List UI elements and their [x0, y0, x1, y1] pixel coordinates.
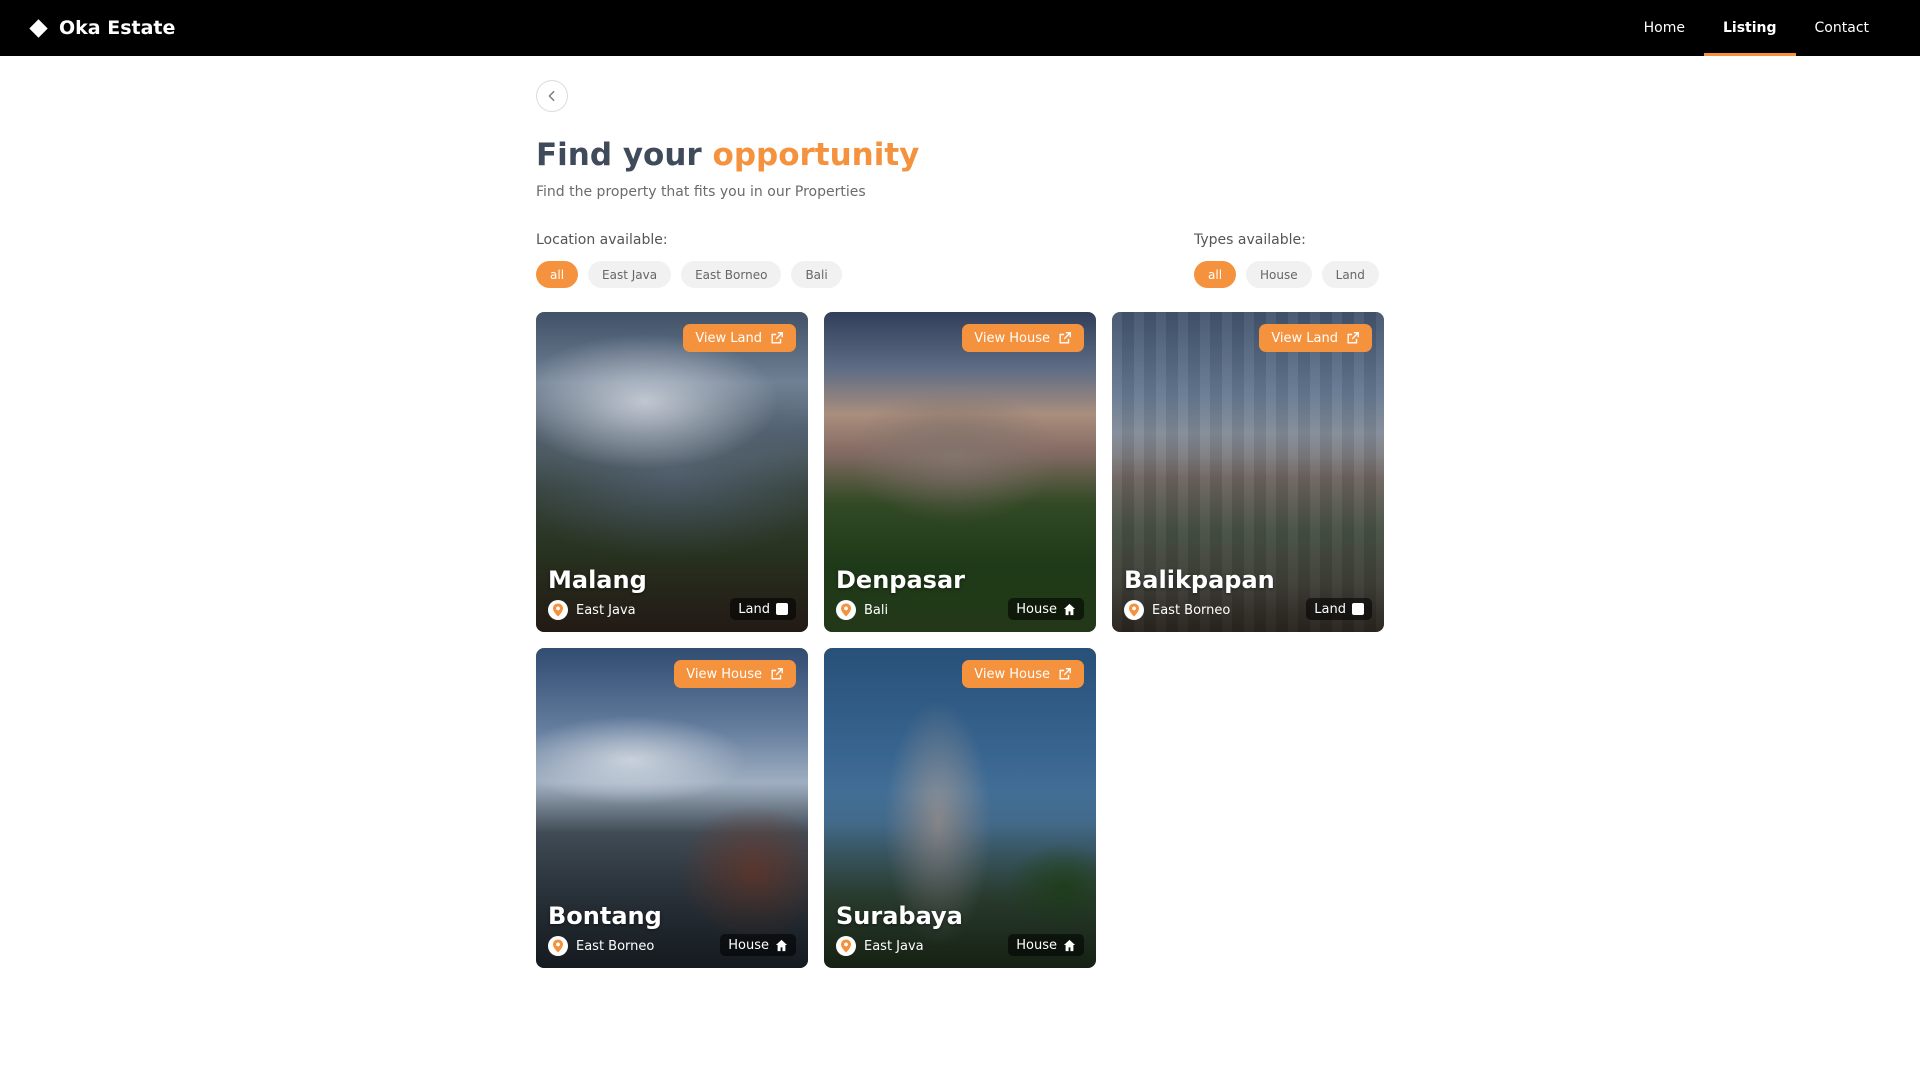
- location-chip-all[interactable]: all: [536, 261, 579, 288]
- square-icon: [1352, 603, 1364, 615]
- listing-card-malang[interactable]: View Land Malang East Java Land: [536, 312, 808, 632]
- listing-location: East Borneo: [1124, 600, 1230, 620]
- back-button[interactable]: [536, 80, 568, 112]
- listing-location: East Java: [836, 936, 924, 956]
- house-icon: [1063, 603, 1076, 615]
- location-filter-chips: all East Java East Borneo Bali: [536, 261, 842, 288]
- location-pin-icon: [1124, 600, 1144, 620]
- top-navbar: Oka Estate Home Listing Contact: [0, 0, 1920, 56]
- types-filter-label: Types available:: [1194, 232, 1306, 248]
- listing-card-bontang[interactable]: View House Bontang East Borneo House: [536, 648, 808, 968]
- page-subtitle: Find the property that fits you in our P…: [536, 184, 866, 200]
- listing-name: Surabaya: [836, 902, 963, 930]
- location-pin-icon: [836, 600, 856, 620]
- view-land-button[interactable]: View Land: [683, 324, 796, 352]
- square-icon: [776, 603, 788, 615]
- brand-logo[interactable]: Oka Estate: [29, 17, 176, 39]
- house-icon: [1063, 939, 1076, 951]
- view-house-button[interactable]: View House: [674, 660, 796, 688]
- location-pin-icon: [836, 936, 856, 956]
- listing-card-balikpapan[interactable]: View Land Balikpapan East Borneo Land: [1112, 312, 1384, 632]
- types-filter-chips: all House Land: [1194, 261, 1379, 288]
- nav-contact[interactable]: Contact: [1796, 0, 1888, 56]
- type-chip-house[interactable]: House: [1246, 261, 1312, 288]
- type-chip-land[interactable]: Land: [1321, 261, 1379, 288]
- listing-location: East Borneo: [548, 936, 654, 956]
- main-nav: Home Listing Contact: [1625, 0, 1888, 56]
- type-chip-all[interactable]: all: [1194, 261, 1237, 288]
- location-filter-label: Location available:: [536, 232, 668, 248]
- location-chip-east-java[interactable]: East Java: [588, 261, 672, 288]
- listing-location: East Java: [548, 600, 636, 620]
- brand-name: Oka Estate: [59, 17, 176, 39]
- nav-home[interactable]: Home: [1625, 0, 1704, 56]
- external-link-icon: [1059, 668, 1071, 680]
- diamond-icon: [29, 18, 48, 38]
- nav-listing[interactable]: Listing: [1703, 0, 1796, 56]
- external-link-icon: [1347, 332, 1359, 344]
- location-pin-icon: [548, 600, 568, 620]
- listing-type-badge: House: [1008, 598, 1084, 620]
- listing-name: Bontang: [548, 902, 662, 930]
- view-house-button[interactable]: View House: [962, 660, 1084, 688]
- listing-card-surabaya[interactable]: View House Surabaya East Java House: [824, 648, 1096, 968]
- listing-type-badge: House: [1008, 934, 1084, 956]
- house-icon: [775, 939, 788, 951]
- listing-location: Bali: [836, 600, 888, 620]
- view-land-button[interactable]: View Land: [1259, 324, 1372, 352]
- listing-name: Denpasar: [836, 566, 965, 594]
- external-link-icon: [771, 668, 783, 680]
- listing-type-badge: Land: [1306, 598, 1372, 620]
- external-link-icon: [771, 332, 783, 344]
- location-pin-icon: [548, 936, 568, 956]
- location-chip-east-borneo[interactable]: East Borneo: [681, 261, 782, 288]
- listing-card-denpasar[interactable]: View House Denpasar Bali House: [824, 312, 1096, 632]
- listing-type-badge: House: [720, 934, 796, 956]
- title-accent: opportunity: [712, 137, 920, 173]
- listing-name: Malang: [548, 566, 647, 594]
- page-title: Find your opportunity: [536, 137, 919, 173]
- location-chip-bali[interactable]: Bali: [791, 261, 842, 288]
- view-house-button[interactable]: View House: [962, 324, 1084, 352]
- chevron-left-icon: [548, 90, 555, 102]
- listing-name: Balikpapan: [1124, 566, 1275, 594]
- title-prefix: Find your: [536, 137, 702, 173]
- listing-type-badge: Land: [730, 598, 796, 620]
- external-link-icon: [1059, 332, 1071, 344]
